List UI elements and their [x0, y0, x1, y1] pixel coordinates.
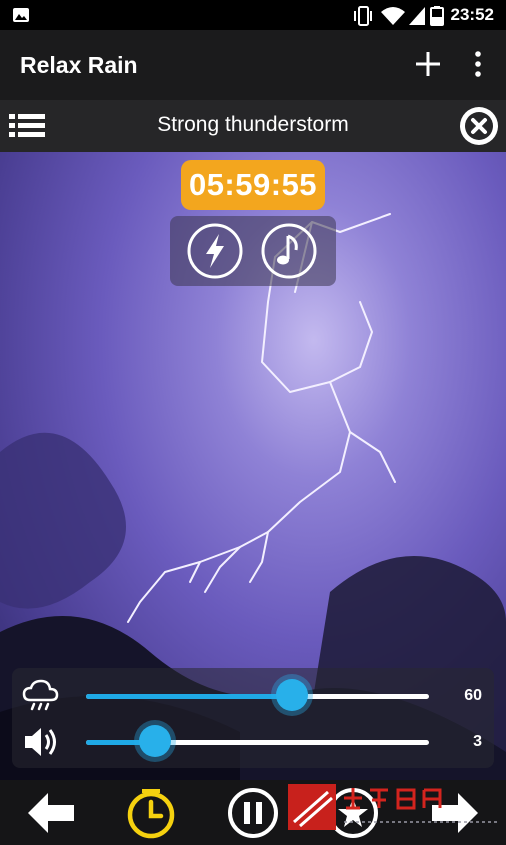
volume-slider[interactable] [86, 725, 429, 757]
volume-row: 3 [12, 718, 494, 764]
more-options-icon[interactable] [468, 48, 488, 80]
wifi-icon [381, 7, 405, 25]
track-bar: Strong thunderstorm [0, 100, 506, 152]
battery-icon [430, 6, 444, 26]
rain-intensity-value: 60 [464, 687, 482, 704]
signal-icon [409, 7, 425, 25]
rain-cloud-icon [22, 679, 59, 711]
rain-intensity-slider[interactable] [86, 679, 429, 711]
previous-arrow-icon[interactable] [24, 786, 78, 840]
volume-icon [25, 728, 56, 756]
thunder-effect-icon[interactable] [186, 222, 244, 280]
watermark-logo [288, 784, 498, 830]
thunderstorm-scene: 05:59:55 60 3 [0, 152, 506, 780]
vibrate-icon [354, 6, 372, 26]
rain-intensity-row: 60 [12, 672, 494, 718]
image-notification-icon [13, 8, 29, 22]
sound-effects-panel [170, 216, 336, 286]
add-icon[interactable] [412, 48, 444, 80]
rain-intensity-fill [86, 694, 292, 699]
app-bar: Relax Rain [0, 30, 506, 100]
pause-icon[interactable] [226, 786, 280, 840]
status-time: 23:52 [450, 5, 494, 24]
volume-value: 3 [473, 733, 482, 750]
volume-thumb[interactable] [138, 725, 171, 757]
close-icon[interactable] [458, 105, 500, 147]
timer-clock-icon[interactable] [124, 786, 178, 840]
volume-panel: 60 3 [12, 668, 494, 768]
music-note-icon[interactable] [260, 222, 318, 280]
track-name: Strong thunderstorm [157, 113, 349, 136]
status-bar: 23:52 [0, 0, 506, 30]
app-title: Relax Rain [20, 52, 138, 78]
rain-intensity-thumb[interactable] [275, 679, 308, 711]
sleep-timer-display[interactable]: 05:59:55 [181, 160, 325, 210]
